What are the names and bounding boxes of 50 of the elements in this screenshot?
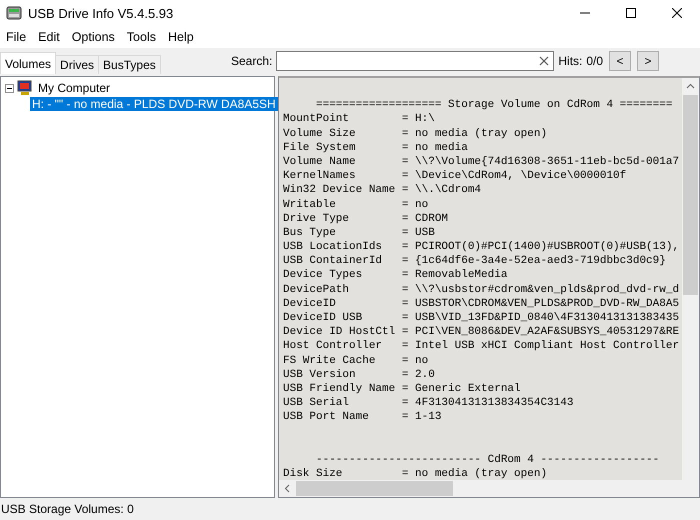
report-line: USB Port Name = 1-13 [283,410,442,424]
collapse-toggle-icon[interactable] [5,84,14,92]
clear-icon[interactable] [539,56,550,66]
report-line: Writable = no [283,198,430,212]
menu-item[interactable]: Edit [32,27,66,47]
search-field[interactable] [276,51,554,71]
scroll-left-icon[interactable] [284,484,290,493]
menu-item[interactable]: Tools [120,27,162,47]
window-title: USB Drive Info V5.4.5.93 [28,6,174,20]
report-line: DeviceID = USBSTOR\CDROM&VEN_PLDS&PROD_DVD-RW_DA8A5 [283,296,680,311]
report-line: Bus Type = USB [283,226,436,240]
report-line: USB ContainerId = {1c64df6e-3a4e-52ea-aed3-719dbbc3d0c9} [283,254,667,268]
hits-count: 0/0 [586,54,604,68]
report-line: USB Serial = 4F31304131313834354C3143 [283,396,574,410]
drive-app-icon [6,6,22,20]
report-line: USB LocationIds = PCIROOT(0)#PCI(1400)#USBROOT(0)#USB(13), [283,240,680,254]
report-line: DeviceID USB = USB\VID_13FD&PID_0840\4F3130413131383435 [283,311,680,326]
previous-button[interactable]: < [609,51,632,71]
report-line: DevicePath = \\?\usbstor#cdrom&ven_plds&prod_dvd-rw_d [283,282,680,297]
section-header: =================== Storage Volume on CdRom 4 ======== [315,98,674,112]
report-line: KernelNames = \Device\CdRom4, \Device\0000010f [283,169,628,184]
tree-item[interactable]: My Computer [36,81,112,95]
tree-item[interactable]: H: - "" - no media - PLDS DVD-RW DA8A5SH [30,97,278,111]
report-line: Volume Size = no media (tray open) [283,126,548,141]
next-button[interactable]: > [637,51,660,71]
menu-item[interactable]: File [0,27,32,47]
report-line: Device Types = RemovableMedia [283,268,508,283]
report-line: Volume Name = \\?\Volume{74d16308-3651-11eb-bc5d-001a7 [283,154,680,170]
maximize-icon[interactable] [626,8,636,18]
report-line: USB Friendly Name = Generic External [283,382,522,396]
report-line: Disk Size = no media (tray open) [283,467,548,480]
report-line: Win32 Device Name = \\.\Cdrom4 [283,183,482,198]
menu-item[interactable]: Options [66,27,121,47]
report-line: File System = no media [283,140,469,155]
report-line: MountPoint = H:\ [283,112,436,127]
report-line: FS Write Cache = no [283,354,430,368]
status-text: USB Storage Volumes: 0 [1,502,134,516]
report-line: Device ID HostCtl = PCI\VEN_8086&DEV_A2AF&SUBSYS_40531297&RE [283,325,680,340]
scroll-up-icon[interactable] [686,83,695,89]
report-line: Drive Type = CDROM [283,212,450,226]
search-label: Search: [231,54,272,68]
section-header: ------------------------- CdRom 4 ------------------ [315,452,660,468]
close-icon[interactable] [672,8,682,18]
tab[interactable]: Volumes [0,52,56,74]
hits-label: Hits: [558,54,582,68]
report-line: USB Version = 2.0 [283,368,436,382]
tab[interactable]: BusTypes [98,55,161,74]
report-line: Host Controller = Intel USB xHCI Compliant Host Controller [283,339,680,354]
menu-item[interactable]: Help [162,27,200,47]
computer-icon [17,80,33,96]
